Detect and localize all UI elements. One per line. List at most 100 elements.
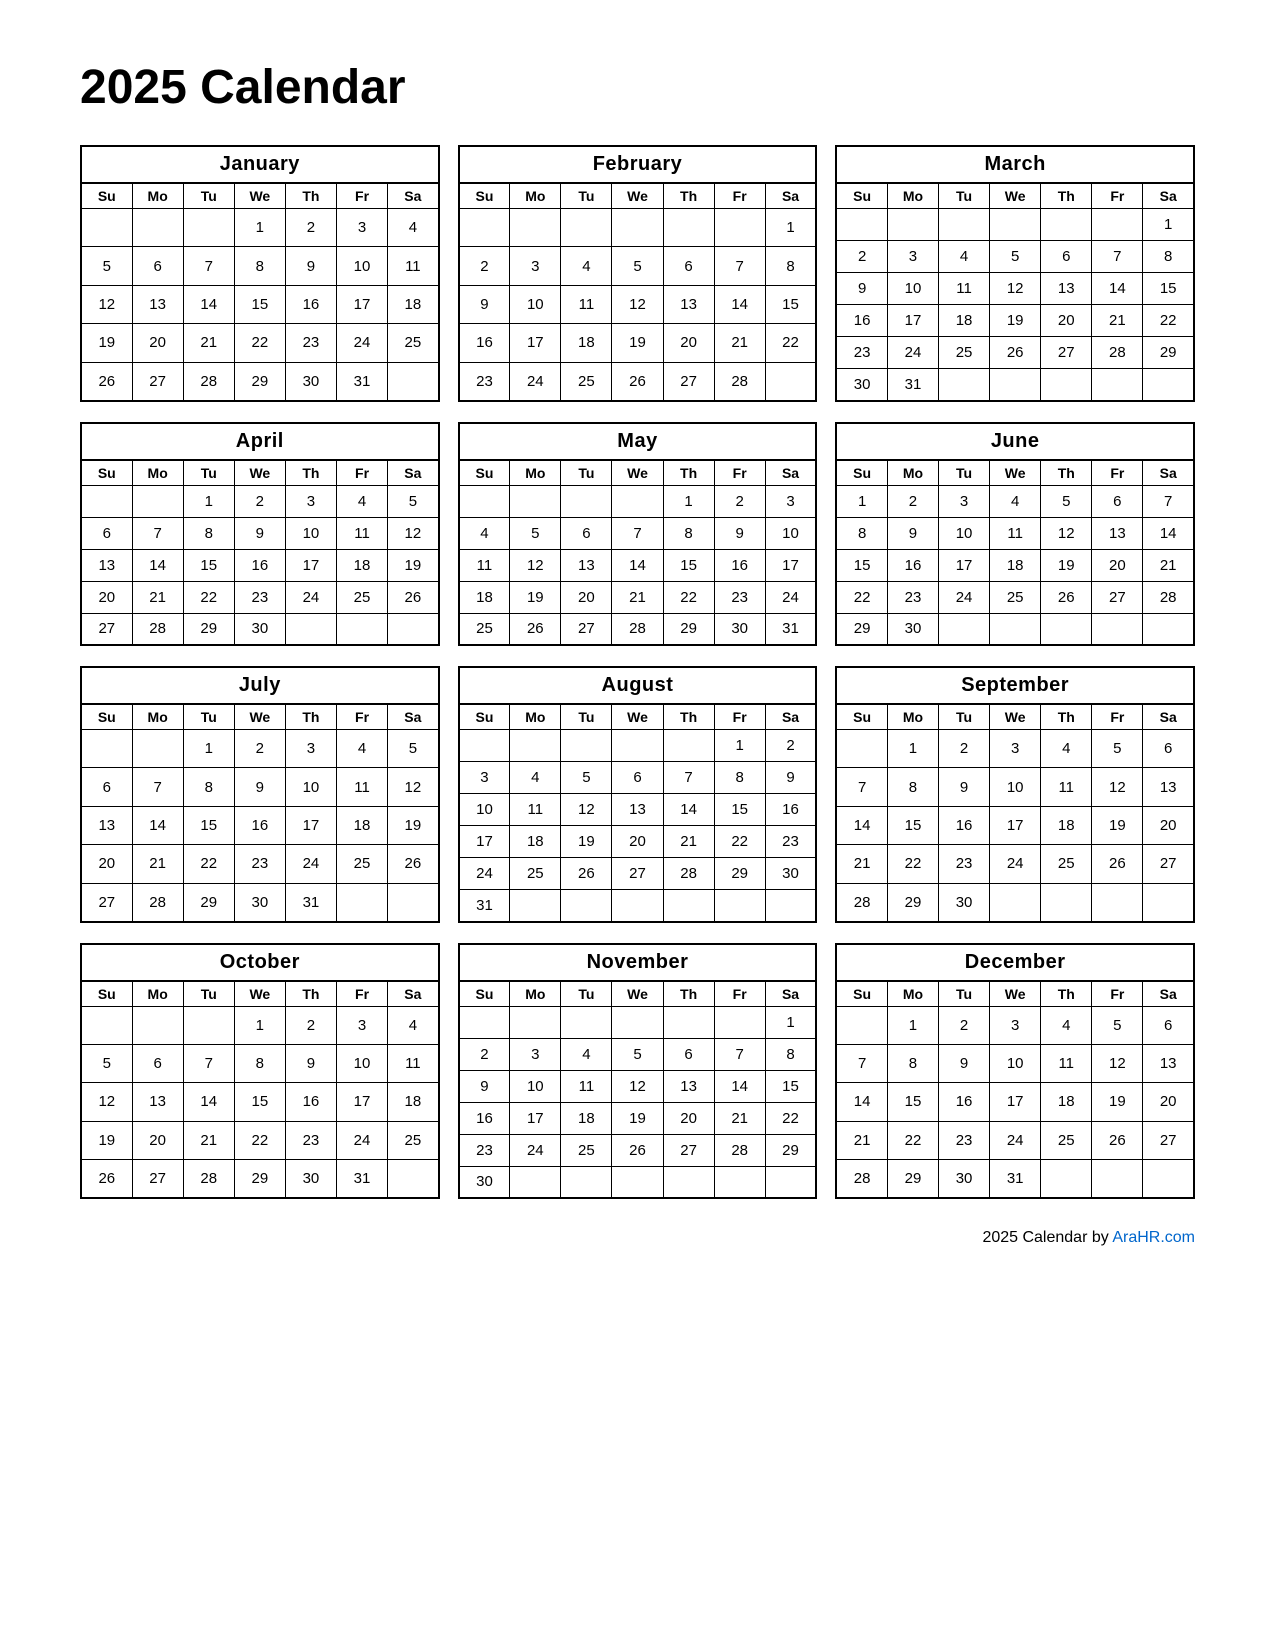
calendar-day: 10 bbox=[336, 247, 387, 285]
calendar-day: 12 bbox=[1041, 517, 1092, 549]
calendar-day: 25 bbox=[939, 337, 990, 369]
day-header-su: Su bbox=[81, 704, 132, 730]
calendar-day bbox=[836, 209, 887, 241]
calendar-day: 19 bbox=[990, 305, 1041, 337]
calendar-day: 3 bbox=[939, 485, 990, 517]
calendar-day: 17 bbox=[765, 549, 816, 581]
calendar-day: 19 bbox=[1041, 549, 1092, 581]
month-name-january: January bbox=[81, 146, 439, 183]
day-header-tu: Tu bbox=[561, 704, 612, 730]
calendar-day: 10 bbox=[939, 517, 990, 549]
calendar-day: 27 bbox=[132, 362, 183, 400]
month-table-september: SeptemberSuMoTuWeThFrSa12345678910111213… bbox=[835, 666, 1195, 923]
month-table-august: AugustSuMoTuWeThFrSa12345678910111213141… bbox=[458, 666, 818, 923]
calendar-day: 8 bbox=[663, 517, 714, 549]
calendar-day: 20 bbox=[663, 324, 714, 362]
calendar-day: 21 bbox=[132, 845, 183, 883]
calendar-day: 28 bbox=[132, 883, 183, 921]
calendar-day: 21 bbox=[836, 1121, 887, 1159]
calendar-day bbox=[183, 1006, 234, 1044]
calendar-day bbox=[132, 209, 183, 247]
day-header-we: We bbox=[990, 981, 1041, 1007]
calendar-day: 7 bbox=[183, 247, 234, 285]
calendar-day: 8 bbox=[1143, 241, 1194, 273]
calendar-day bbox=[510, 209, 561, 247]
day-header-sa: Sa bbox=[1143, 460, 1194, 486]
calendar-day: 16 bbox=[459, 324, 510, 362]
calendar-day: 26 bbox=[1092, 1121, 1143, 1159]
calendar-day: 19 bbox=[388, 806, 439, 844]
calendar-day: 12 bbox=[388, 768, 439, 806]
calendar-day bbox=[510, 1006, 561, 1038]
day-header-we: We bbox=[990, 183, 1041, 209]
calendar-day: 5 bbox=[561, 762, 612, 794]
calendar-day: 13 bbox=[663, 285, 714, 323]
calendar-day: 12 bbox=[510, 549, 561, 581]
calendar-day: 16 bbox=[765, 794, 816, 826]
calendar-day bbox=[663, 1006, 714, 1038]
calendar-day: 26 bbox=[388, 845, 439, 883]
calendar-day bbox=[183, 209, 234, 247]
calendar-day: 24 bbox=[765, 581, 816, 613]
calendar-day: 29 bbox=[1143, 337, 1194, 369]
day-header-tu: Tu bbox=[939, 460, 990, 486]
calendar-day bbox=[1143, 369, 1194, 401]
calendar-day: 26 bbox=[612, 362, 663, 400]
calendar-day: 12 bbox=[612, 1070, 663, 1102]
calendar-day bbox=[663, 890, 714, 922]
calendar-day: 8 bbox=[183, 768, 234, 806]
calendar-day: 4 bbox=[510, 762, 561, 794]
calendar-day: 20 bbox=[81, 845, 132, 883]
day-header-we: We bbox=[612, 981, 663, 1007]
day-header-we: We bbox=[990, 704, 1041, 730]
calendar-day: 27 bbox=[663, 1134, 714, 1166]
calendar-day: 2 bbox=[234, 730, 285, 768]
calendar-day: 21 bbox=[663, 826, 714, 858]
calendar-day: 26 bbox=[1041, 581, 1092, 613]
calendar-day: 16 bbox=[939, 1083, 990, 1121]
footer-text: 2025 Calendar by bbox=[982, 1229, 1112, 1246]
calendar-day: 30 bbox=[285, 362, 336, 400]
calendar-day: 6 bbox=[1092, 485, 1143, 517]
calendar-day: 30 bbox=[939, 883, 990, 921]
calendar-day: 9 bbox=[887, 517, 938, 549]
calendar-day: 7 bbox=[714, 247, 765, 285]
calendar-day: 17 bbox=[336, 285, 387, 323]
month-name-november: November bbox=[459, 944, 817, 981]
calendar-day: 15 bbox=[765, 1070, 816, 1102]
calendar-day: 30 bbox=[234, 613, 285, 645]
calendar-day: 11 bbox=[510, 794, 561, 826]
calendar-day: 4 bbox=[561, 1038, 612, 1070]
calendar-day: 7 bbox=[836, 1044, 887, 1082]
day-header-we: We bbox=[612, 704, 663, 730]
day-header-fr: Fr bbox=[714, 981, 765, 1007]
calendar-day: 23 bbox=[234, 845, 285, 883]
calendar-day: 24 bbox=[336, 1121, 387, 1159]
day-header-th: Th bbox=[285, 981, 336, 1007]
calendar-day: 5 bbox=[388, 485, 439, 517]
footer-link[interactable]: AraHR.com bbox=[1112, 1229, 1195, 1246]
month-name-march: March bbox=[836, 146, 1194, 183]
calendar-day: 17 bbox=[285, 806, 336, 844]
calendar-day: 14 bbox=[132, 806, 183, 844]
calendar-day: 23 bbox=[887, 581, 938, 613]
calendar-day: 15 bbox=[765, 285, 816, 323]
day-header-tu: Tu bbox=[183, 704, 234, 730]
calendar-day: 19 bbox=[510, 581, 561, 613]
calendar-day: 22 bbox=[887, 1121, 938, 1159]
calendar-day: 7 bbox=[1143, 485, 1194, 517]
calendar-day: 1 bbox=[836, 485, 887, 517]
calendar-day: 25 bbox=[388, 1121, 439, 1159]
calendar-day: 17 bbox=[459, 826, 510, 858]
month-name-june: June bbox=[836, 423, 1194, 460]
calendar-day: 7 bbox=[132, 517, 183, 549]
calendar-day: 8 bbox=[765, 1038, 816, 1070]
calendar-day: 17 bbox=[510, 1102, 561, 1134]
day-header-we: We bbox=[612, 183, 663, 209]
calendar-day: 24 bbox=[939, 581, 990, 613]
calendar-day: 5 bbox=[81, 1044, 132, 1082]
calendar-day: 17 bbox=[990, 806, 1041, 844]
calendar-day: 23 bbox=[285, 324, 336, 362]
calendar-day: 7 bbox=[1092, 241, 1143, 273]
day-header-we: We bbox=[234, 460, 285, 486]
